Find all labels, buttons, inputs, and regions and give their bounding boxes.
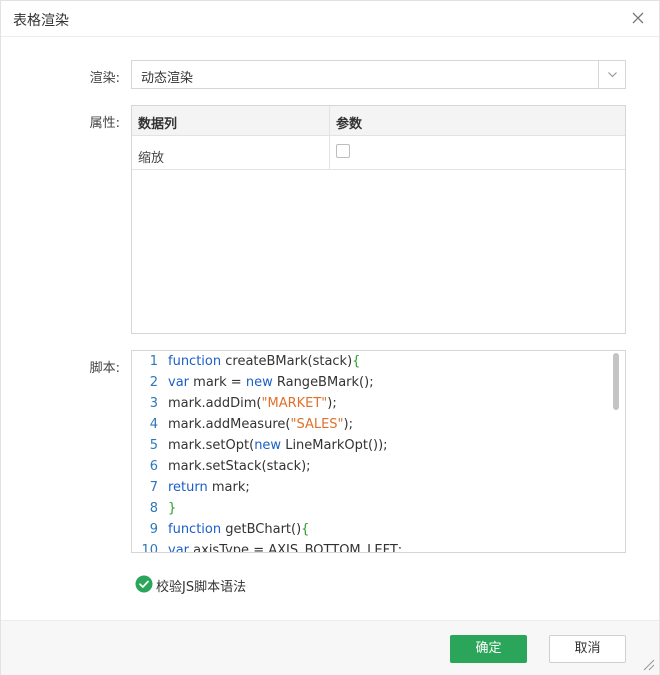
ok-button[interactable]: 确定 xyxy=(450,635,527,663)
code-line: 2 var mark = new RangeBMark(); xyxy=(132,372,610,393)
code-line: 9 function getBChart(){ xyxy=(132,519,610,540)
line-number: 2 xyxy=(149,375,158,390)
line-number: 7 xyxy=(149,480,158,495)
column-divider xyxy=(329,106,330,170)
resize-grip-icon[interactable] xyxy=(641,657,655,671)
validate-js-label: 校验JS脚本语法 xyxy=(156,580,247,595)
line-number: 3 xyxy=(149,396,158,411)
zoom-checkbox[interactable] xyxy=(336,144,350,158)
code-line: 5 mark.setOpt(new LineMarkOpt()); xyxy=(132,435,610,456)
line-number: 10 xyxy=(141,543,158,553)
close-icon[interactable] xyxy=(629,9,647,27)
line-number: 1 xyxy=(149,354,158,369)
properties-table: 数据列 参数 缩放 xyxy=(131,105,626,334)
line-number: 5 xyxy=(149,438,158,453)
code-text: function getBChart(){ xyxy=(168,522,310,537)
line-number: 9 xyxy=(149,522,158,537)
code-text: mark.setStack(stack); xyxy=(168,459,311,474)
code-line: 10 var axisType = AXIS_BOTTOM_LEFT; xyxy=(132,540,610,553)
code-text: return mark; xyxy=(168,480,250,495)
render-label: 渲染: xyxy=(89,71,120,86)
line-number: 4 xyxy=(149,417,158,432)
dialog-title: 表格渲染 xyxy=(13,13,69,29)
table-row: 缩放 xyxy=(132,136,625,170)
check-circle-icon[interactable] xyxy=(135,575,153,593)
code-line: 4 mark.addMeasure("SALES"); xyxy=(132,414,610,435)
code-text: var axisType = AXIS_BOTTOM_LEFT; xyxy=(168,543,403,553)
table-render-dialog: 表格渲染 渲染: 动态渲染 属性: 数据列 参数 缩放 脚本: 1 functi… xyxy=(0,0,660,675)
code-text: function createBMark(stack){ xyxy=(168,354,361,369)
dialog-footer: 确定 取消 xyxy=(1,620,659,675)
code-line: 1 function createBMark(stack){ xyxy=(132,351,610,372)
code-text: mark.addMeasure("SALES"); xyxy=(168,417,353,432)
code-line: 6 mark.setStack(stack); xyxy=(132,456,610,477)
render-select[interactable]: 动态渲染 xyxy=(131,60,626,89)
code-text: mark.addDim("MARKET"); xyxy=(168,396,337,411)
editor-scrollbar[interactable] xyxy=(613,353,619,410)
code-lines: 1 function createBMark(stack){ 2 var mar… xyxy=(132,351,610,553)
code-line: 7 return mark; xyxy=(132,477,610,498)
script-editor[interactable]: 1 function createBMark(stack){ 2 var mar… xyxy=(131,350,626,553)
code-line: 3 mark.addDim("MARKET"); xyxy=(132,393,610,414)
code-text: var mark = new RangeBMark(); xyxy=(168,375,374,390)
line-number: 6 xyxy=(149,459,158,474)
render-select-value: 动态渲染 xyxy=(141,71,194,86)
properties-table-header: 数据列 参数 xyxy=(132,106,625,136)
code-text: } xyxy=(168,501,177,516)
properties-label: 属性: xyxy=(89,116,120,131)
row-name-zoom: 缩放 xyxy=(138,151,165,166)
dialog-title-bar: 表格渲染 xyxy=(1,1,659,37)
cancel-button[interactable]: 取消 xyxy=(549,635,626,663)
line-number: 8 xyxy=(149,501,158,516)
column-header-data-column: 数据列 xyxy=(138,117,178,132)
code-text: mark.setOpt(new LineMarkOpt()); xyxy=(168,438,388,453)
script-label: 脚本: xyxy=(89,361,120,376)
column-header-parameter: 参数 xyxy=(336,117,363,132)
code-line: 8 } xyxy=(132,498,610,519)
chevron-down-icon[interactable] xyxy=(598,61,625,88)
